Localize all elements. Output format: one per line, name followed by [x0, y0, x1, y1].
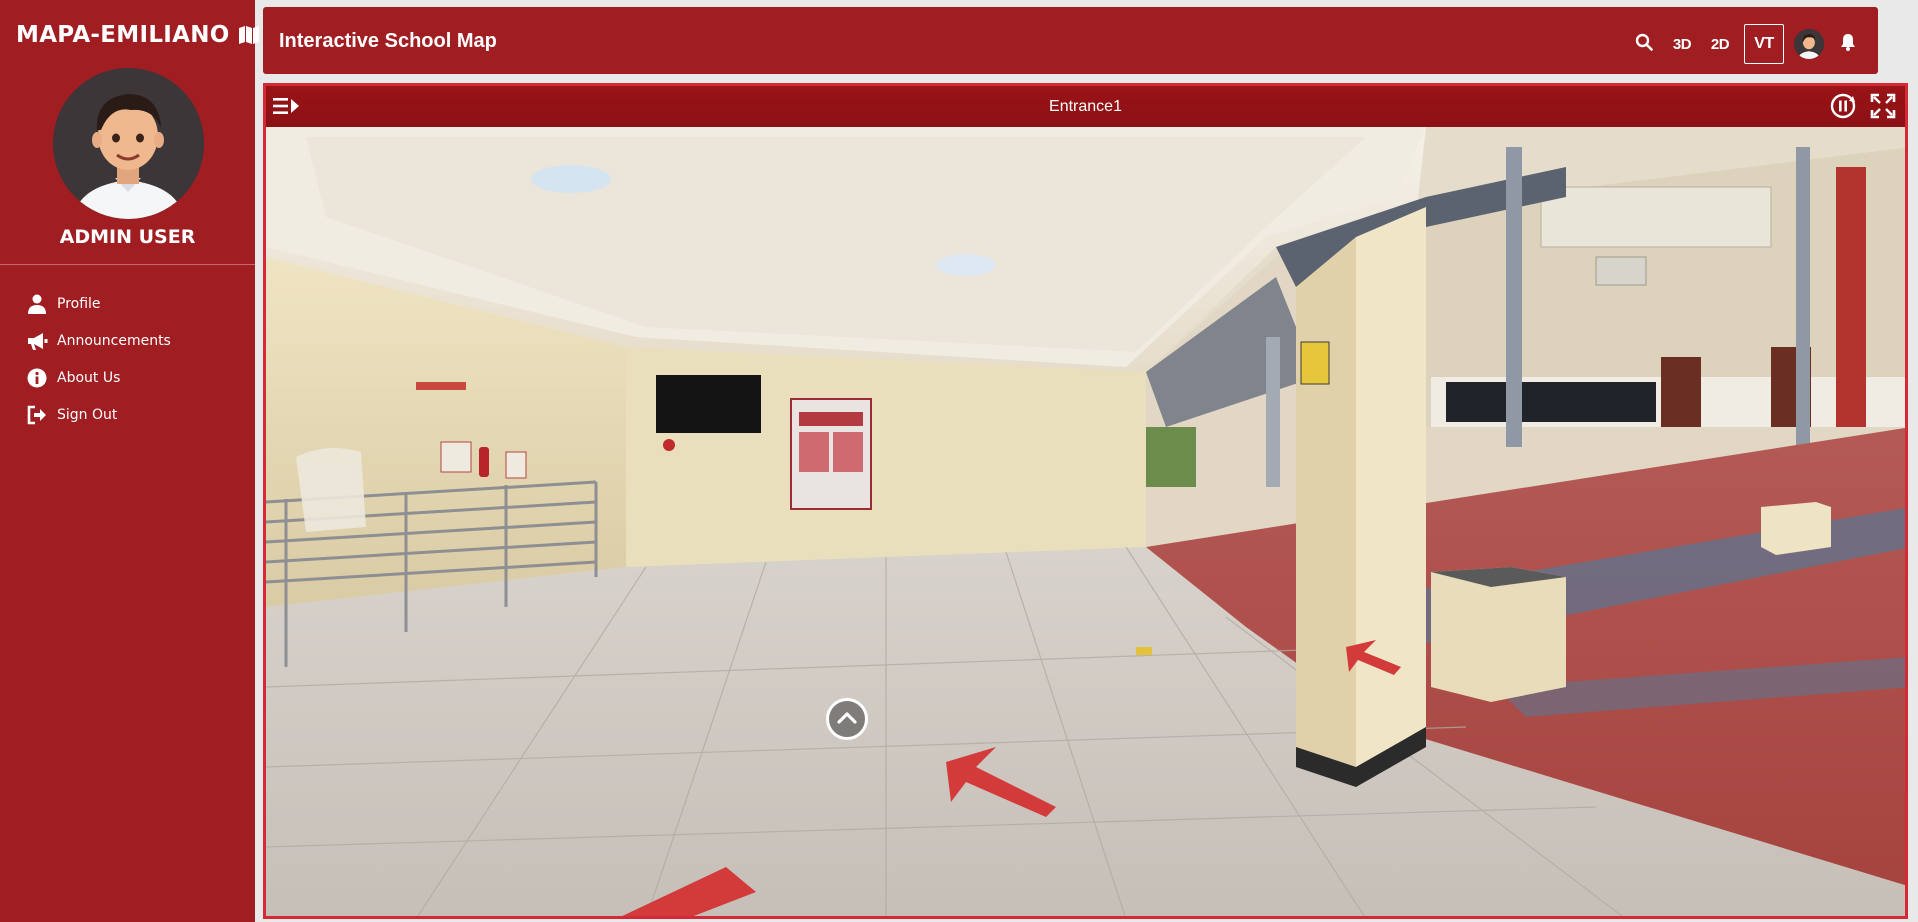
user-icon	[26, 293, 48, 315]
toolbar: 3D 2D VT	[1630, 24, 1862, 64]
viewer-controls	[1829, 92, 1897, 120]
bell-icon	[1840, 33, 1856, 55]
search-icon	[1635, 33, 1653, 55]
sidebar-item-label: Sign Out	[57, 406, 118, 423]
notifications-button[interactable]	[1834, 24, 1862, 64]
fullscreen-icon[interactable]	[1869, 92, 1897, 120]
avatar	[1794, 29, 1824, 59]
chevron-up-icon	[837, 710, 857, 729]
sidebar-item-label: About Us	[57, 369, 121, 386]
user-name: ADMIN USER	[59, 226, 196, 248]
info-icon	[26, 367, 48, 389]
view-3d-button[interactable]: 3D	[1668, 24, 1696, 64]
sidebar-nav: Profile Announcements About Us Sign Out	[26, 285, 171, 433]
user-menu-button[interactable]	[1794, 24, 1824, 64]
sidebar-item-announcements[interactable]: Announcements	[26, 322, 171, 359]
search-button[interactable]	[1630, 24, 1658, 64]
pause-rotation-icon[interactable]	[1829, 92, 1857, 120]
panorama-image[interactable]	[266, 127, 1908, 919]
page-title: Interactive School Map	[279, 30, 497, 52]
top-bar: Interactive School Map 3D 2D VT	[263, 7, 1878, 74]
scene-title: Entrance1	[1049, 98, 1122, 115]
brand-title: MAPA-EMILIANO	[16, 22, 230, 48]
navigation-hotspot[interactable]	[826, 698, 868, 740]
sidebar-divider	[0, 264, 255, 265]
megaphone-icon	[26, 330, 48, 352]
virtual-tour-viewer: Entrance1	[263, 83, 1908, 919]
brand[interactable]: MAPA-EMILIANO	[16, 22, 260, 48]
sidebar: MAPA-EMILIANO ADMIN USER Profile Announc…	[0, 0, 259, 922]
sign-out-icon	[26, 404, 48, 426]
view-vt-button[interactable]: VT	[1744, 24, 1784, 64]
sidebar-item-label: Announcements	[57, 332, 171, 349]
sidebar-item-label: Profile	[57, 295, 101, 312]
sidebar-item-profile[interactable]: Profile	[26, 285, 171, 322]
view-2d-button[interactable]: 2D	[1706, 24, 1734, 64]
avatar[interactable]	[53, 68, 204, 219]
sidebar-item-about-us[interactable]: About Us	[26, 359, 171, 396]
map-icon	[238, 25, 260, 45]
viewer-header: Entrance1	[266, 86, 1905, 127]
sidebar-item-sign-out[interactable]: Sign Out	[26, 396, 171, 433]
